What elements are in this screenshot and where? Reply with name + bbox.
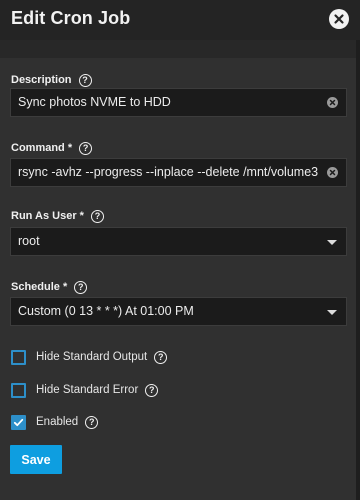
- enabled-row[interactable]: Enabled ?: [11, 414, 99, 430]
- command-label: Command * ?: [11, 140, 93, 156]
- edit-cron-job-dialog: Edit Cron Job Description ? Sync photos …: [0, 0, 360, 500]
- clear-icon[interactable]: [327, 167, 338, 178]
- close-icon: [334, 14, 344, 24]
- schedule-select[interactable]: Custom (0 13 * * *) At 01:00 PM: [10, 297, 347, 326]
- help-icon[interactable]: ?: [78, 73, 92, 87]
- hide-standard-error-checkbox[interactable]: [11, 382, 26, 398]
- command-value: rsync -avhz --progress --inplace --delet…: [18, 165, 318, 179]
- run-as-user-label: Run As User * ?: [11, 208, 104, 224]
- hide-standard-output-label: Hide Standard Output: [36, 351, 148, 363]
- dialog-title: Edit Cron Job: [11, 8, 131, 28]
- description-input[interactable]: Sync photos NVME to HDD: [10, 88, 347, 117]
- hide-standard-output-row[interactable]: Hide Standard Output ?: [11, 349, 168, 365]
- hide-standard-output-checkbox[interactable]: [11, 349, 26, 365]
- clear-icon[interactable]: [327, 97, 338, 108]
- help-icon[interactable]: ?: [79, 141, 93, 155]
- help-icon[interactable]: ?: [154, 350, 168, 364]
- save-button[interactable]: Save: [10, 445, 62, 474]
- hide-standard-error-row[interactable]: Hide Standard Error ?: [11, 382, 159, 398]
- run-as-user-value: root: [18, 234, 40, 248]
- schedule-value: Custom (0 13 * * *) At 01:00 PM: [18, 304, 194, 318]
- hide-standard-error-label: Hide Standard Error: [36, 384, 139, 396]
- enabled-checkbox[interactable]: [11, 414, 26, 430]
- command-input[interactable]: rsync -avhz --progress --inplace --delet…: [10, 158, 347, 187]
- close-button[interactable]: [329, 9, 349, 29]
- description-value: Sync photos NVME to HDD: [18, 95, 171, 109]
- help-icon[interactable]: ?: [74, 280, 88, 294]
- chevron-down-icon: [327, 310, 337, 315]
- dialog-header: Edit Cron Job: [0, 0, 360, 40]
- help-icon[interactable]: ?: [90, 209, 104, 223]
- help-icon[interactable]: ?: [85, 415, 99, 429]
- chevron-down-icon: [327, 240, 337, 245]
- scrollbar-track[interactable]: [356, 40, 360, 500]
- checkmark-icon: [13, 418, 24, 426]
- help-icon[interactable]: ?: [145, 383, 159, 397]
- run-as-user-select[interactable]: root: [10, 227, 347, 256]
- schedule-label: Schedule * ?: [11, 279, 88, 295]
- enabled-label: Enabled: [36, 416, 79, 428]
- description-label: Description ?: [11, 72, 92, 88]
